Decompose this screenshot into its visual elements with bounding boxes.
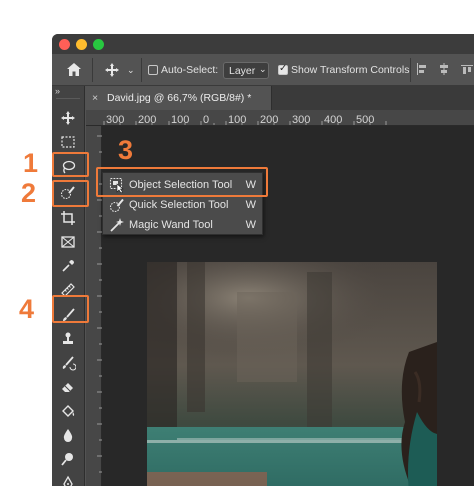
crop-tool[interactable] xyxy=(57,207,79,229)
eyedropper-icon xyxy=(62,260,74,272)
eraser-tool[interactable] xyxy=(57,376,79,398)
dodge-tool[interactable] xyxy=(57,448,79,470)
tools-panel: » xyxy=(52,86,85,486)
magic-wand-icon xyxy=(110,218,124,232)
show-transform-checkbox[interactable] xyxy=(278,63,288,75)
pen-icon xyxy=(63,475,73,486)
document-photo xyxy=(147,262,437,486)
layer-select-value: Layer xyxy=(229,65,256,77)
callout-number-4: 4 xyxy=(19,294,35,324)
clone-stamp-icon xyxy=(63,332,73,344)
close-window-button[interactable] xyxy=(59,39,70,50)
callout-box-lasso xyxy=(52,152,89,177)
pen-tool[interactable] xyxy=(57,472,79,486)
rectangular-marquee-icon xyxy=(61,136,75,148)
paint-bucket-tool[interactable] xyxy=(57,400,79,422)
screenshot-stage: ⌄ Auto-Select: Layer ⌄ Show Transform Co… xyxy=(0,0,474,486)
history-brush-icon xyxy=(62,356,76,371)
marquee-tool[interactable] xyxy=(57,131,79,153)
horizontal-ruler: 300 200 100 0 100 200 300 400 500 xyxy=(86,110,474,126)
flyout-item-quick-selection[interactable]: Quick Selection Tool W xyxy=(103,195,262,215)
grip xyxy=(56,98,80,99)
document-tab-title: David.jpg @ 66,7% (RGB/8#) * xyxy=(107,92,252,104)
auto-select-label: Auto-Select: xyxy=(161,64,219,76)
frame-tool[interactable] xyxy=(57,231,79,253)
layer-select[interactable]: Layer ⌄ xyxy=(223,62,269,79)
auto-select-checkbox[interactable] xyxy=(148,65,158,75)
crop-icon xyxy=(61,211,75,225)
eraser-icon xyxy=(62,383,73,392)
callout-number-1: 1 xyxy=(23,148,39,178)
align-right-icon[interactable] xyxy=(461,63,473,77)
eyedropper-tool[interactable] xyxy=(57,255,79,277)
document-tab[interactable]: × David.jpg @ 66,7% (RGB/8#) * xyxy=(86,86,272,110)
options-bar: ⌄ Auto-Select: Layer ⌄ Show Transform Co… xyxy=(52,54,474,86)
show-transform-label: Show Transform Controls xyxy=(291,64,410,76)
align-left-icon[interactable] xyxy=(416,63,428,77)
callout-box-quick-selection xyxy=(52,180,89,207)
dodge-icon xyxy=(61,453,73,466)
quick-selection-icon xyxy=(109,198,124,213)
collapse-panel-icon[interactable]: » xyxy=(55,86,60,96)
flyout-item-magic-wand[interactable]: Magic Wand Tool W xyxy=(103,215,262,235)
divider xyxy=(92,58,93,82)
blur-tool[interactable] xyxy=(57,424,79,446)
callout-number-3: 3 xyxy=(118,135,134,165)
flyout-item-label: Magic Wand Tool xyxy=(129,219,213,231)
callout-number-2: 2 xyxy=(21,178,37,208)
photo-image xyxy=(147,262,437,486)
flyout-item-label: Quick Selection Tool xyxy=(129,199,229,211)
title-bar xyxy=(52,34,474,54)
align-center-icon[interactable] xyxy=(438,63,450,77)
home-icon[interactable] xyxy=(66,62,82,79)
paint-bucket-icon xyxy=(62,405,75,417)
minimize-window-button[interactable] xyxy=(76,39,87,50)
blur-drop-icon xyxy=(63,429,73,442)
flyout-item-shortcut: W xyxy=(245,219,256,231)
flyout-item-shortcut: W xyxy=(245,199,256,211)
chevron-down-icon[interactable]: ⌄ xyxy=(127,64,135,76)
ruler-hash-marks xyxy=(103,121,387,125)
move-tool[interactable] xyxy=(57,107,79,129)
clone-stamp-tool[interactable] xyxy=(57,328,79,350)
document-tab-bar: × David.jpg @ 66,7% (RGB/8#) * xyxy=(86,86,474,110)
move-arrows-icon[interactable] xyxy=(104,62,120,80)
history-brush-tool[interactable] xyxy=(57,352,79,374)
divider xyxy=(141,58,142,82)
callout-box-brush xyxy=(52,295,89,323)
callout-box-object-selection xyxy=(96,167,268,197)
close-tab-icon[interactable]: × xyxy=(92,92,98,104)
zoom-window-button[interactable] xyxy=(93,39,104,50)
move-icon xyxy=(61,111,75,125)
frame-icon xyxy=(61,236,75,248)
chevron-down-icon: ⌄ xyxy=(259,64,267,74)
divider xyxy=(410,58,411,82)
